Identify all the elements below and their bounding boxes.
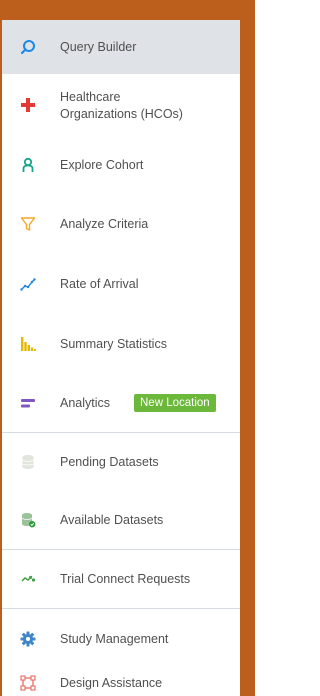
sidebar-nav: Query Builder Healthcare Organizations (… (2, 20, 240, 696)
design-frame-icon (20, 675, 36, 691)
sidebar-item-label: Summary Statistics (60, 337, 167, 351)
sidebar-item-label: Pending Datasets (60, 455, 159, 469)
sidebar-item-rate-of-arrival[interactable]: Rate of Arrival (2, 254, 240, 314)
sidebar-item-label: Explore Cohort (60, 158, 144, 172)
sidebar-item-analytics[interactable]: Analytics New Location (2, 374, 240, 432)
sidebar-item-query-builder[interactable]: Query Builder (2, 20, 240, 74)
sidebar-item-pending-datasets[interactable]: Pending Datasets (2, 433, 240, 491)
sidebar-item-label-line1: Healthcare (60, 90, 121, 104)
sidebar-item-available-datasets[interactable]: Available Datasets (2, 491, 240, 549)
sidebar-item-label: Design Assistance (60, 676, 163, 690)
sidebar-item-label: Trial Connect Requests (60, 572, 191, 586)
sidebar-item-design-assistance[interactable]: Design Assistance (2, 669, 240, 696)
search-icon (20, 39, 36, 55)
sidebar-item-trial-connect[interactable]: Trial Connect Requests (2, 550, 240, 608)
sidebar-item-explore-cohort[interactable]: Explore Cohort (2, 136, 240, 194)
bar-chart-icon (20, 336, 36, 352)
database-icon (20, 454, 36, 470)
connect-icon (20, 571, 36, 587)
database-check-icon (20, 512, 36, 528)
analytics-bars-icon (20, 395, 36, 411)
sidebar-item-label-line2: Organizations (HCOs) (60, 107, 183, 121)
sidebar-item-summary-statistics[interactable]: Summary Statistics (2, 314, 240, 374)
trend-line-icon (20, 276, 36, 292)
window-frame-top (0, 0, 255, 20)
window-frame-right (240, 0, 255, 696)
new-location-badge: New Location (134, 394, 216, 412)
sidebar-item-label: Query Builder (60, 40, 137, 54)
sidebar-item-analyze-criteria[interactable]: Analyze Criteria (2, 194, 240, 254)
filter-icon (20, 216, 36, 232)
sidebar-item-label: Study Management (60, 632, 169, 646)
sidebar-item-hcos[interactable]: Healthcare Organizations (HCOs) (2, 74, 240, 136)
sidebar-item-label: Analyze Criteria (60, 217, 149, 231)
person-icon (20, 157, 36, 173)
sidebar-item-label: Analytics (60, 396, 111, 410)
gear-icon (20, 631, 36, 647)
sidebar-item-label: Available Datasets (60, 513, 164, 527)
sidebar-item-study-management[interactable]: Study Management (2, 609, 240, 669)
sidebar-item-label: Rate of Arrival (60, 277, 139, 291)
plus-cross-icon (20, 97, 36, 113)
